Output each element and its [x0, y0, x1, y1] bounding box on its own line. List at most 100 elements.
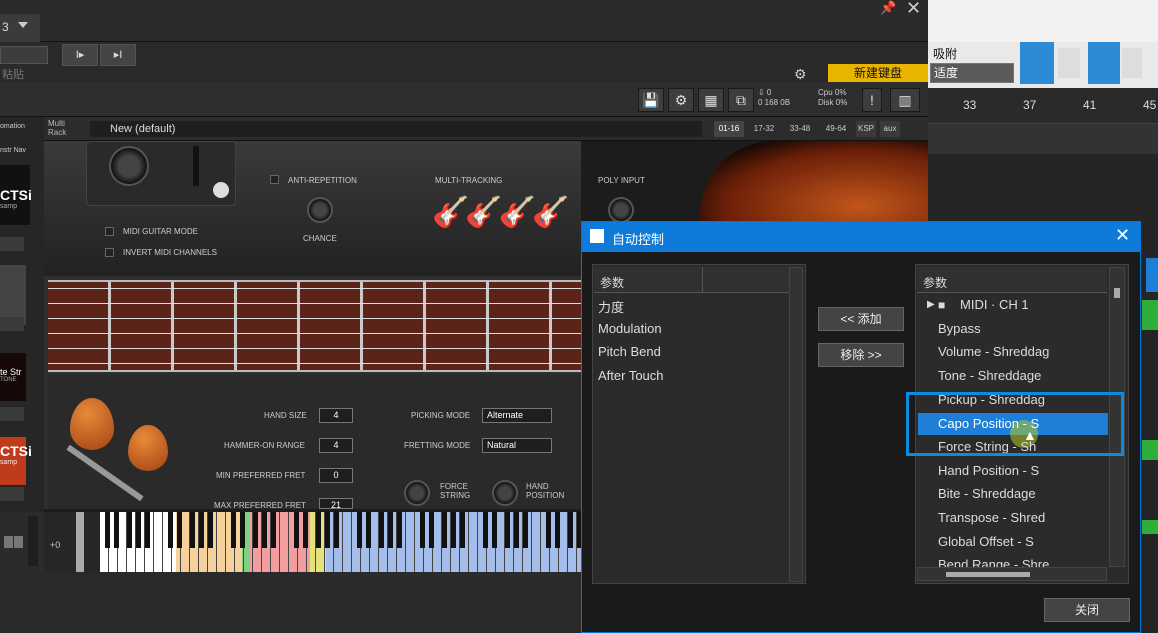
ruler-mark: 33	[963, 98, 977, 112]
assigned-params-list[interactable]	[592, 264, 806, 584]
remove-button[interactable]: 移除 >>	[818, 343, 904, 367]
guitar-tracks-icon[interactable]: 🎸🎸🎸🎸	[432, 195, 569, 230]
clip-region[interactable]	[1142, 440, 1158, 460]
range-tab[interactable]: 17-32	[748, 121, 780, 137]
layout-icon[interactable]: ▦	[698, 88, 724, 112]
instrument-thumb[interactable]: CTSi samp	[0, 165, 32, 225]
prev-marker-button[interactable]: I▸	[62, 44, 98, 66]
list-item[interactable]: Bypass	[938, 321, 981, 336]
force-string-knob[interactable]	[404, 480, 430, 506]
master-knob[interactable]	[109, 146, 149, 186]
new-keyboard-button[interactable]: 新建键盘	[828, 64, 928, 82]
folder-item[interactable]: MIDI · CH 1	[960, 297, 1029, 312]
list-item[interactable]: After Touch	[598, 368, 664, 383]
scroll-thumb[interactable]	[1114, 288, 1120, 298]
save-icon[interactable]: 💾	[638, 88, 664, 112]
tool-arrow-button[interactable]	[1088, 42, 1120, 84]
gear-icon[interactable]: ⚙	[668, 88, 694, 112]
range-tab[interactable]: 33-48	[784, 121, 816, 137]
dialog-titlebar[interactable]	[582, 222, 1140, 252]
hand-size-field[interactable]: 4	[319, 408, 353, 423]
list-item[interactable]: Bend Range - Shre	[938, 557, 1049, 567]
list-item[interactable]: Tone - Shreddage	[938, 368, 1041, 383]
snap-select[interactable]: 适度	[930, 63, 1014, 83]
anti-repetition-checkbox[interactable]	[270, 175, 279, 184]
column-divider	[702, 267, 703, 293]
list-item[interactable]: Transpose - Shred	[938, 510, 1045, 525]
instrument-menu[interactable]	[0, 317, 24, 331]
mute-button[interactable]	[4, 536, 13, 548]
black-keys	[100, 512, 581, 548]
preset-name-field[interactable]: New (default)	[90, 121, 702, 137]
instrument-thumb[interactable]	[0, 265, 26, 325]
string	[48, 333, 581, 334]
next-marker-button[interactable]: ▸I	[100, 44, 136, 66]
tool-resize-button[interactable]	[1122, 48, 1142, 78]
midi-guitar-mode-checkbox[interactable]	[105, 227, 114, 236]
fretboard[interactable]	[48, 280, 581, 372]
aux-button[interactable]: aux	[880, 121, 900, 137]
octave-value: +0	[50, 540, 61, 550]
list-item[interactable]: Pitch Bend	[598, 344, 661, 359]
pitch-wheel[interactable]	[76, 512, 84, 572]
pin-icon[interactable]: 📌	[880, 0, 896, 16]
picking-mode-select[interactable]: Alternate	[482, 408, 552, 423]
close-button[interactable]: 关闭	[1044, 598, 1130, 622]
chevron-down-icon[interactable]	[18, 22, 28, 28]
volume-slider[interactable]	[193, 146, 199, 186]
warning-icon[interactable]: !	[862, 88, 882, 112]
max-fret-field[interactable]: 21	[319, 498, 353, 510]
string	[48, 318, 581, 319]
close-icon[interactable]: ✕	[1115, 225, 1130, 246]
instrument-thumb[interactable]: CTSi samp	[0, 437, 32, 485]
clip-region[interactable]	[1142, 300, 1158, 330]
minimize-icon[interactable]: ⧉	[728, 88, 754, 112]
expand-arrow-icon[interactable]: ▶	[927, 299, 935, 310]
list-item[interactable]: Volume - Shreddag	[938, 344, 1049, 359]
list-item[interactable]: Global Offset - S	[938, 534, 1034, 549]
instrument-menu[interactable]	[0, 407, 24, 421]
solo-button[interactable]	[14, 536, 23, 548]
horizontal-scrollbar[interactable]	[917, 567, 1107, 581]
list-item[interactable]: 力度	[598, 297, 624, 316]
chance-label: CHANCE	[303, 234, 337, 243]
add-button[interactable]: << 添加	[818, 307, 904, 331]
track-lane[interactable]	[928, 124, 1158, 154]
list-item[interactable]: Hand Position - S	[938, 463, 1039, 478]
midi-guitar-mode-label: MIDI GUITAR MODE	[123, 227, 198, 236]
gear-icon[interactable]: ⚙	[794, 66, 810, 82]
level-meter	[28, 516, 38, 566]
poly-input-label: POLY INPUT	[598, 176, 645, 185]
range-tab[interactable]: 01-16	[714, 121, 744, 137]
list-item[interactable]: Bite - Shreddage	[938, 486, 1036, 501]
close-icon[interactable]: ✕	[906, 0, 921, 19]
track-number: 3	[2, 20, 9, 34]
instr-nav-tab[interactable]: nstr Nav	[0, 147, 26, 154]
list-item[interactable]: Modulation	[598, 321, 662, 336]
range-tab[interactable]: 49-64	[820, 121, 852, 137]
view-icon[interactable]: ▥	[890, 88, 920, 112]
instrument-menu[interactable]	[0, 487, 24, 501]
min-fret-field[interactable]: 0	[319, 468, 353, 483]
hammer-on-field[interactable]: 4	[319, 438, 353, 453]
instrument-thumb[interactable]: te Str TONE	[0, 353, 26, 401]
dialog-title: 自动控制	[612, 232, 665, 247]
hand-position-knob[interactable]	[492, 480, 518, 506]
poly-input-knob[interactable]	[608, 197, 634, 223]
automation-tab[interactable]: omation	[0, 123, 25, 130]
ksp-button[interactable]: KSP	[856, 121, 876, 137]
instrument-name: te Str	[0, 367, 22, 377]
invert-midi-checkbox[interactable]	[105, 248, 114, 257]
instrument-menu[interactable]	[0, 237, 24, 251]
anti-repetition-label: ANTI-REPETITION	[288, 176, 357, 185]
tool-split-button[interactable]	[1058, 48, 1080, 78]
folder-icon: ■	[938, 298, 946, 312]
fretting-mode-select[interactable]: Natural	[482, 438, 552, 453]
clip-region[interactable]	[1142, 520, 1158, 534]
right-header: 参数	[923, 276, 948, 290]
scroll-thumb[interactable]	[946, 572, 1030, 577]
left-scrollbar[interactable]	[789, 267, 803, 582]
track-combo[interactable]	[0, 46, 48, 64]
chance-knob[interactable]	[307, 197, 333, 223]
tool-select-button[interactable]	[1020, 42, 1054, 84]
